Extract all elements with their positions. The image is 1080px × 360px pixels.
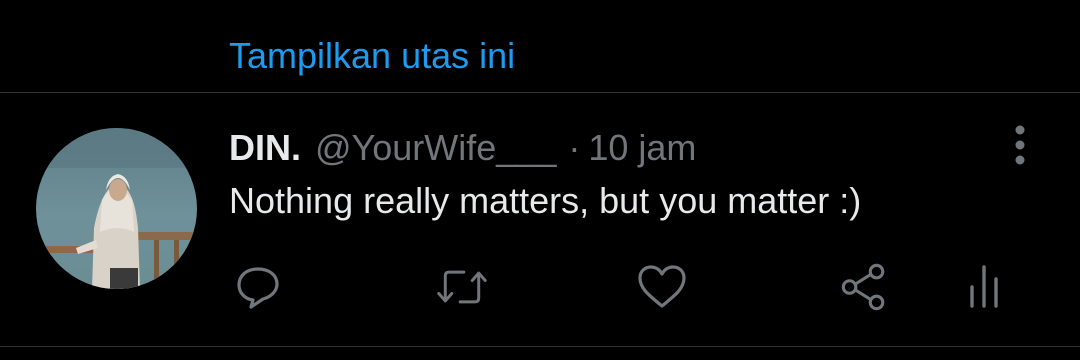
speech-bubble-icon: [237, 267, 279, 309]
tweet-text: Nothing really matters, but you matter :…: [229, 180, 862, 221]
analytics-button[interactable]: [958, 261, 1010, 313]
show-thread-row: Tampilkan utas ini: [0, 0, 1080, 92]
retweet-arrows-icon: [437, 270, 487, 304]
heart-icon: [638, 265, 686, 308]
display-name[interactable]: DIN.: [229, 125, 301, 171]
share-button[interactable]: [838, 261, 890, 313]
bar-chart-icon: [970, 265, 998, 308]
user-handle[interactable]: @YourWife___: [315, 125, 556, 171]
reply-button[interactable]: [232, 261, 284, 313]
avatar-photo: [36, 128, 197, 289]
more-options-button[interactable]: [1000, 123, 1040, 167]
show-thread-link[interactable]: Tampilkan utas ini: [229, 34, 515, 78]
like-button[interactable]: [636, 261, 688, 313]
share-nodes-icon: [841, 263, 885, 311]
timestamp[interactable]: 10 jam: [588, 125, 696, 171]
avatar[interactable]: [36, 128, 197, 289]
divider: [0, 346, 1080, 347]
separator-dot: ·: [568, 127, 581, 168]
retweet-button[interactable]: [436, 261, 488, 313]
tweet[interactable]: DIN. @YourWife___ · 10 jam Nothing reall…: [0, 93, 1080, 346]
tweet-header: DIN. @YourWife___ · 10 jam: [229, 125, 696, 171]
vertical-dots-icon: [1015, 125, 1025, 165]
